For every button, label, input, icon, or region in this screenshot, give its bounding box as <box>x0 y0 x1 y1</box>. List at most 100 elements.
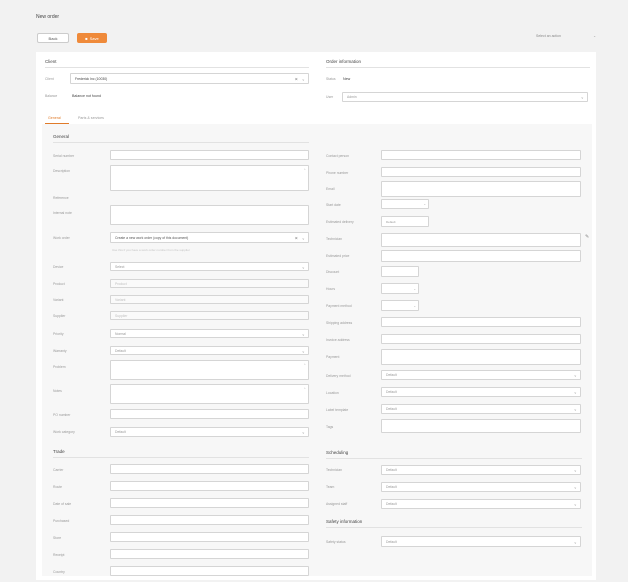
divider <box>326 458 582 459</box>
store-input[interactable] <box>110 532 309 542</box>
discount-input[interactable] <box>381 266 419 277</box>
hours-label: Hours <box>326 287 336 291</box>
action-select[interactable]: Select an action ⌄ <box>536 34 598 42</box>
save-icon: ■ <box>85 35 88 41</box>
scheduling-technician-select[interactable]: Default ⌄ <box>381 465 581 475</box>
estimated-delivery-input[interactable]: Default <box>381 216 429 227</box>
contact-person-input[interactable] <box>381 150 581 160</box>
chevron-down-icon: ⌄ <box>573 372 577 378</box>
order-info-header: Order information <box>326 59 362 64</box>
clear-icon[interactable]: ✕ <box>295 76 298 81</box>
work-category-select[interactable]: Default ⌄ <box>110 427 309 437</box>
route-label: Route <box>53 485 63 489</box>
edit-icon[interactable]: ✎ <box>585 234 589 240</box>
email-label: Email <box>326 187 335 191</box>
start-date-label: Start date <box>326 203 341 207</box>
team-select[interactable]: Default ⌄ <box>381 482 581 492</box>
receipt-label: Receipt <box>53 553 65 557</box>
date-of-sale-input[interactable] <box>110 498 309 508</box>
chevron-down-icon: ⌄ <box>413 304 416 308</box>
chevron-down-icon: ⌄ <box>301 331 305 336</box>
notes-textarea[interactable]: ⌃ <box>110 384 309 404</box>
resize-icon: ⌃ <box>303 168 306 172</box>
label-template-label: Label template <box>326 408 349 412</box>
variant-select[interactable]: Variant <box>110 295 309 304</box>
safety-status-select[interactable]: Default ⌄ <box>381 536 581 547</box>
page-title: New order <box>36 14 60 20</box>
contact-person-label: Contact person <box>326 154 349 158</box>
tags-input[interactable] <box>381 419 581 433</box>
store-label: Store <box>53 536 62 540</box>
phone-number-input[interactable] <box>381 167 581 177</box>
invoice-address-label: Invoice address <box>326 338 350 342</box>
receipt-input[interactable] <box>110 549 309 559</box>
serial-number-label: Serial number <box>53 154 75 158</box>
estimated-price-input[interactable] <box>381 250 581 262</box>
shipping-address-label: Shipping address <box>326 321 353 325</box>
assigned-staff-select[interactable]: Default ⌄ <box>381 499 581 509</box>
tab-general[interactable]: General <box>48 116 61 121</box>
general-header: General <box>53 134 70 139</box>
product-select[interactable]: Product <box>110 279 309 288</box>
work-order-select[interactable]: Create a new work order (copy of this do… <box>110 232 309 243</box>
location-select[interactable]: Default ⌄ <box>381 387 581 397</box>
payment-method-label: Payment method <box>326 304 352 308</box>
purchased-label: Purchased <box>53 519 70 523</box>
user-label: User <box>326 95 334 99</box>
hours-input[interactable]: ⌄ <box>381 283 419 294</box>
assigned-staff-label: Assigned staff <box>326 502 348 506</box>
payment-method-input[interactable]: ⌄ <box>381 300 419 311</box>
serial-number-input[interactable] <box>110 150 309 160</box>
status-value: New <box>343 77 351 81</box>
shipping-address-input[interactable] <box>381 317 581 327</box>
warranty-select[interactable]: Default ⌄ <box>110 346 309 355</box>
estimated-delivery-label: Estimated delivery <box>326 220 354 224</box>
chevron-down-icon: ⌄ <box>580 94 584 100</box>
tags-label: Tags <box>326 425 334 429</box>
problem-label: Problem <box>53 365 66 369</box>
priority-select[interactable]: Normal ⌄ <box>110 329 309 338</box>
chevron-down-icon: ⌄ <box>573 501 577 507</box>
internal-note-input[interactable] <box>110 205 309 225</box>
email-input[interactable] <box>381 181 581 197</box>
chevron-down-icon: ⌄ <box>413 287 416 291</box>
start-date-input[interactable]: ⌄ <box>381 199 429 209</box>
country-input[interactable] <box>110 566 309 576</box>
client-select[interactable]: Frederick Inc (10030) ✕ ⌄ <box>70 73 309 84</box>
description-textarea[interactable]: ⌃ <box>110 165 309 191</box>
date-of-sale-label: Date of sale <box>53 502 72 506</box>
invoice-address-input[interactable] <box>381 334 581 344</box>
delivery-method-select[interactable]: Default ⌄ <box>381 370 581 380</box>
purchased-input[interactable] <box>110 515 309 525</box>
scheduling-header: Scheduling <box>326 450 349 455</box>
label-template-select[interactable]: Default ⌄ <box>381 404 581 414</box>
clear-icon[interactable]: ✕ <box>295 235 298 240</box>
chevron-down-icon: ⌄ <box>573 467 577 473</box>
resize-icon: ⌃ <box>303 387 306 391</box>
problem-textarea[interactable]: ⌃ <box>110 360 309 380</box>
tab-parts-services[interactable]: Parts & services <box>78 116 104 121</box>
save-button[interactable]: ■ Save <box>77 33 107 43</box>
payment-input[interactable] <box>381 349 581 365</box>
route-input[interactable] <box>110 481 309 491</box>
device-select[interactable]: Select ⌄ <box>110 262 309 271</box>
back-button[interactable]: Back <box>37 33 69 43</box>
balance-value: Balance not found <box>72 94 101 98</box>
po-number-input[interactable] <box>110 409 309 419</box>
balance-label: Balance <box>45 94 58 98</box>
chevron-down-icon: ⌄ <box>573 406 577 412</box>
divider <box>53 457 309 458</box>
supplier-select[interactable]: Supplier <box>110 311 309 320</box>
technician-input[interactable] <box>381 233 581 247</box>
client-header: Client <box>45 59 57 64</box>
chevron-down-icon: ⌄ <box>573 539 577 544</box>
chevron-down-icon: ⌄ <box>301 235 305 240</box>
carrier-input[interactable] <box>110 464 309 474</box>
user-select[interactable]: Admin ⌄ <box>342 92 588 102</box>
chevron-down-icon: ⌄ <box>301 76 305 81</box>
supplier-label: Supplier <box>53 314 66 318</box>
divider <box>45 67 309 68</box>
delivery-method-label: Delivery method <box>326 374 351 378</box>
resize-icon: ⌃ <box>303 363 306 367</box>
status-label: Status <box>326 77 336 81</box>
